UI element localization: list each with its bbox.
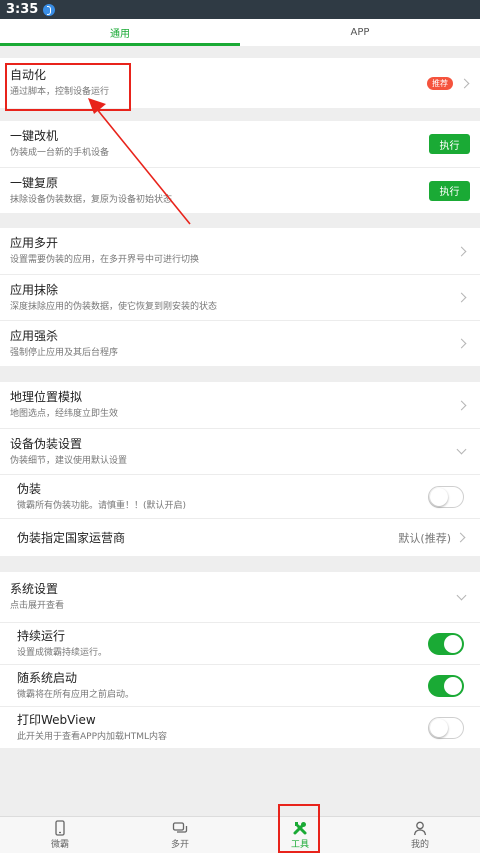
device-disguise-subtitle: 伪装细节，建议使用默认设置 — [10, 455, 128, 466]
one-key-restore-title: 一键复原 — [10, 175, 59, 190]
system-settings-row[interactable]: 系统设置 点击展开查看 — [0, 572, 480, 622]
phone-icon — [55, 820, 65, 836]
carrier-value: 默认(推荐) — [398, 531, 451, 545]
chevron-right-icon — [456, 400, 467, 410]
keep-running-subtitle: 设置成微霸持续运行。 — [17, 647, 108, 658]
one-key-section: 一键改机 伪装成一台新的手机设备 执行 一键复原 抹除设备伪装数据，复原为设备初… — [0, 121, 480, 213]
toggle-knob — [444, 676, 462, 695]
webview-toggle[interactable] — [428, 716, 464, 739]
toggle-knob — [430, 718, 448, 737]
top-tabs: 通用 APP — [0, 19, 480, 46]
nav-multi-label: 多开 — [170, 840, 189, 850]
one-key-change-row: 一键改机 伪装成一台新的手机设备 执行 — [0, 121, 480, 167]
automation-row[interactable]: 自动化 通过脚本，控制设备运行 推荐 — [0, 58, 480, 108]
autostart-toggle[interactable] — [428, 674, 464, 697]
tab-general[interactable]: 通用 — [0, 19, 240, 46]
system-section: 系统设置 点击展开查看 持续运行 设置成微霸持续运行。 随系统启动 微霸将在所有… — [0, 572, 480, 748]
disguise-subtitle: 微霸所有伪装功能。请慎重！！(默认开启) — [17, 500, 187, 511]
keep-running-title: 持续运行 — [17, 628, 66, 643]
chat-icon — [172, 822, 188, 833]
webview-row: 打印WebView 此开关用于查看APP内加载HTML内容 — [0, 706, 480, 748]
keep-running-toggle[interactable] — [428, 632, 464, 655]
carrier-title: 伪装指定国家运营商 — [17, 530, 126, 545]
chevron-right-icon — [456, 338, 467, 349]
app-kill-row[interactable]: 应用强杀 强制停止应用及其后台程序 — [0, 320, 480, 366]
location-title: 地理位置模拟 — [10, 390, 83, 404]
system-settings-title: 系统设置 — [10, 582, 59, 596]
location-subtitle: 地图选点，经纬度立即生效 — [10, 409, 119, 419]
system-settings-subtitle: 点击展开查看 — [10, 601, 65, 611]
carrier-row[interactable]: 伪装指定国家运营商 默认(推荐) — [0, 518, 480, 556]
location-row[interactable]: 地理位置模拟 地图选点，经纬度立即生效 — [0, 382, 480, 428]
bottom-nav: 微霸 多开 工具 我的 — [0, 816, 480, 853]
app-kill-title: 应用强杀 — [10, 328, 59, 343]
location-device-section: 地理位置模拟 地图选点，经纬度立即生效 设备伪装设置 伪装细节，建议使用默认设置… — [0, 382, 480, 556]
autostart-row: 随系统启动 微霸将在所有应用之前启动。 — [0, 664, 480, 706]
automation-title: 自动化 — [10, 68, 47, 82]
one-key-change-title: 一键改机 — [10, 129, 59, 143]
status-bar: 3:35 — [0, 0, 480, 19]
chevron-right-icon — [459, 78, 470, 88]
apps-section: 应用多开 设置需要伪装的应用，在多开界号中可进行切换 应用抹除 深度抹除应用的伪… — [0, 228, 480, 366]
one-key-restore-row: 一键复原 抹除设备伪装数据，复原为设备初始状态 执行 — [0, 167, 480, 213]
one-key-restore-subtitle: 抹除设备伪装数据，复原为设备初始状态 — [10, 194, 173, 205]
app-erase-title: 应用抹除 — [10, 282, 59, 297]
disguise-title: 伪装 — [17, 481, 42, 496]
device-disguise-row[interactable]: 设备伪装设置 伪装细节，建议使用默认设置 — [0, 428, 480, 474]
disguise-row: 伪装 微霸所有伪装功能。请慎重！！(默认开启) — [0, 474, 480, 518]
execute-restore-button[interactable]: 执行 — [429, 180, 470, 201]
autostart-title: 随系统启动 — [17, 670, 78, 685]
execute-change-button[interactable]: 执行 — [429, 134, 470, 154]
keep-running-row: 持续运行 设置成微霸持续运行。 — [0, 622, 480, 664]
automation-section: 自动化 通过脚本，控制设备运行 推荐 — [0, 58, 480, 108]
nav-weiba[interactable]: 微霸 — [0, 817, 120, 853]
nav-mine[interactable]: 我的 — [360, 817, 480, 853]
recommend-badge: 推荐 — [427, 76, 453, 90]
disguise-toggle[interactable] — [428, 485, 464, 508]
status-time: 3:35 — [6, 2, 39, 17]
app-erase-row[interactable]: 应用抹除 深度抹除应用的伪装数据，使它恢复到刚安装的状态 — [0, 274, 480, 320]
nav-weiba-label: 微霸 — [50, 840, 69, 850]
one-key-change-subtitle: 伪装成一台新的手机设备 — [10, 148, 110, 158]
app-erase-subtitle: 深度抹除应用的伪装数据，使它恢复到刚安装的状态 — [10, 301, 218, 312]
tools-icon — [293, 822, 307, 835]
person-icon — [413, 821, 427, 836]
automation-subtitle: 通过脚本，控制设备运行 — [10, 87, 110, 97]
nav-mine-label: 我的 — [410, 840, 429, 850]
toggle-knob — [444, 634, 462, 653]
app-kill-subtitle: 强制停止应用及其后台程序 — [10, 347, 119, 358]
app-multi-row[interactable]: 应用多开 设置需要伪装的应用，在多开界号中可进行切换 — [0, 228, 480, 274]
nav-multi[interactable]: 多开 — [120, 817, 240, 853]
chevron-right-icon — [456, 292, 467, 303]
device-disguise-title: 设备伪装设置 — [10, 436, 83, 451]
chevron-down-icon — [456, 590, 467, 600]
toggle-knob — [430, 487, 448, 506]
chevron-right-icon — [455, 532, 466, 543]
chevron-down-icon — [456, 444, 467, 455]
chevron-right-icon — [456, 246, 467, 256]
webview-title: 打印WebView — [17, 712, 96, 727]
nav-tools-label: 工具 — [290, 840, 309, 850]
autostart-subtitle: 微霸将在所有应用之前启动。 — [17, 689, 135, 700]
app-multi-title: 应用多开 — [10, 236, 59, 250]
webview-subtitle: 此开关用于查看APP内加载HTML内容 — [17, 731, 168, 742]
nav-tools[interactable]: 工具 — [240, 817, 360, 853]
bluetooth-icon — [43, 3, 56, 16]
app-multi-subtitle: 设置需要伪装的应用，在多开界号中可进行切换 — [10, 255, 200, 265]
tab-app[interactable]: APP — [240, 19, 480, 46]
